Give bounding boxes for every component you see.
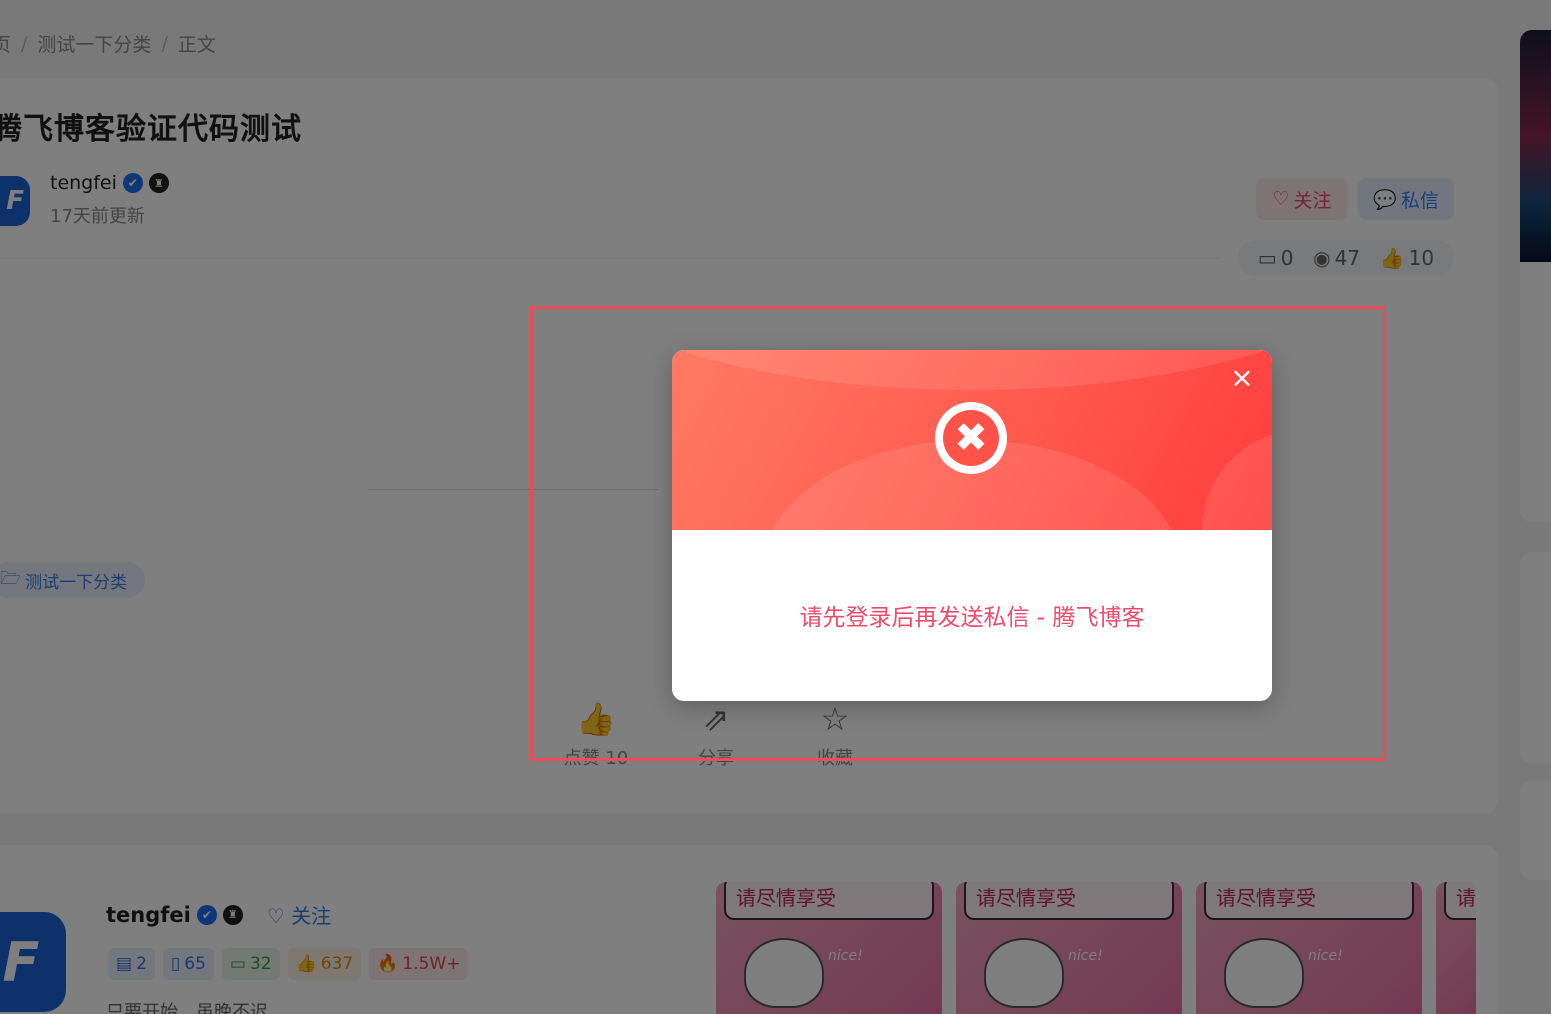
error-dialog: ✖ × 请先登录后再发送私信 - 腾飞博客 [672,350,1272,701]
close-icon[interactable]: × [1228,364,1256,392]
error-icon: ✖ [935,402,1007,474]
dialog-header: ✖ × [672,350,1272,530]
dialog-message: 请先登录后再发送私信 - 腾飞博客 [799,605,1145,631]
